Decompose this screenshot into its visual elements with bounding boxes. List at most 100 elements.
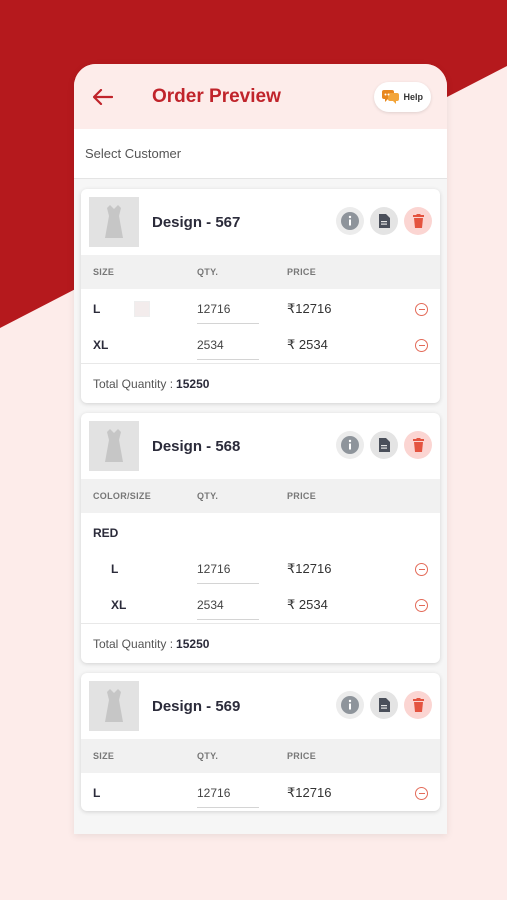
remove-row-icon[interactable] xyxy=(415,302,428,316)
design-card: Design - 569 SIZE QTY. PRICE L 12716 ₹12… xyxy=(81,673,440,811)
column-price: PRICE xyxy=(287,751,317,761)
table-row: L 12716 ₹12716 xyxy=(81,291,440,327)
column-qty: QTY. xyxy=(197,491,219,501)
page-title: Order Preview xyxy=(152,85,281,107)
dress-icon xyxy=(105,689,123,722)
remove-row-icon[interactable] xyxy=(415,562,428,576)
total-value: 15250 xyxy=(176,376,210,391)
info-icon xyxy=(341,212,359,230)
design-card-header: Design - 568 xyxy=(81,413,440,479)
qty-input[interactable]: 12716 xyxy=(197,291,287,327)
info-button[interactable] xyxy=(336,207,364,235)
design-card-header: Design - 567 xyxy=(81,189,440,255)
qty-value: 2534 xyxy=(197,598,224,612)
price-cell: ₹12716 xyxy=(287,785,332,800)
size-cell: XL xyxy=(81,338,197,352)
back-button[interactable] xyxy=(90,84,116,110)
price-cell: ₹12716 xyxy=(287,561,332,576)
document-button[interactable] xyxy=(370,431,398,459)
design-title: Design - 569 xyxy=(152,697,241,715)
table-row: XL 2534 ₹ 2534 xyxy=(81,587,440,623)
design-card: Design - 567 SIZE QTY. PRICE L 12716 ₹12… xyxy=(81,189,440,403)
qty-value: 12716 xyxy=(197,786,231,800)
document-icon xyxy=(379,438,390,452)
design-card: Design - 568 COLOR/SIZE QTY. PRICE RED L… xyxy=(81,413,440,663)
trash-icon xyxy=(412,214,424,228)
table-header: SIZE QTY. PRICE xyxy=(81,739,440,773)
qty-input[interactable]: 2534 xyxy=(197,327,287,363)
arrow-left-icon xyxy=(93,88,113,105)
document-button[interactable] xyxy=(370,691,398,719)
qty-value: 12716 xyxy=(197,302,231,316)
size-label: L xyxy=(93,302,101,316)
card-actions xyxy=(336,431,432,459)
column-qty: QTY. xyxy=(197,751,219,761)
total-quantity: Total Quantity : 15250 xyxy=(81,623,440,663)
qty-input[interactable]: 2534 xyxy=(197,587,287,623)
design-title: Design - 568 xyxy=(152,437,241,455)
trash-icon xyxy=(412,698,424,712)
price-cell: ₹ 2534 xyxy=(287,597,328,612)
total-label: Total Quantity : xyxy=(93,636,174,651)
qty-input[interactable]: 12716 xyxy=(197,775,287,811)
total-value: 15250 xyxy=(176,636,210,651)
total-label: Total Quantity : xyxy=(93,376,174,391)
size-cell: L xyxy=(81,301,197,317)
qty-value: 2534 xyxy=(197,338,224,352)
order-list: Design - 567 SIZE QTY. PRICE L 12716 ₹12… xyxy=(74,179,447,834)
column-size: SIZE xyxy=(93,267,115,277)
chat-bubbles-icon xyxy=(382,90,400,104)
column-size: SIZE xyxy=(93,751,115,761)
design-thumbnail xyxy=(89,197,139,247)
dress-icon xyxy=(105,429,123,462)
qty-value: 12716 xyxy=(197,562,231,576)
size-cell: L xyxy=(81,562,197,576)
design-thumbnail xyxy=(89,421,139,471)
table-row: L 12716 ₹12716 xyxy=(81,775,440,811)
size-cell: XL xyxy=(81,598,197,612)
delete-button[interactable] xyxy=(404,691,432,719)
dress-icon xyxy=(105,205,123,238)
info-icon xyxy=(341,436,359,454)
table-header: SIZE QTY. PRICE xyxy=(81,255,440,289)
design-card-header: Design - 569 xyxy=(81,673,440,739)
remove-row-icon[interactable] xyxy=(415,338,428,352)
size-label: XL xyxy=(111,598,127,612)
size-label: L xyxy=(111,562,119,576)
info-button[interactable] xyxy=(336,431,364,459)
column-price: PRICE xyxy=(287,267,317,277)
document-icon xyxy=(379,698,390,712)
document-icon xyxy=(379,214,390,228)
column-qty: QTY. xyxy=(197,267,219,277)
remove-row-icon[interactable] xyxy=(415,786,428,800)
size-label: XL xyxy=(93,338,109,352)
table-header: COLOR/SIZE QTY. PRICE xyxy=(81,479,440,513)
color-swatch xyxy=(134,301,151,317)
design-thumbnail xyxy=(89,681,139,731)
table-row: L 12716 ₹12716 xyxy=(81,551,440,587)
size-cell: L xyxy=(81,786,197,800)
help-label: Help xyxy=(403,92,423,102)
card-actions xyxy=(336,207,432,235)
select-customer-field[interactable]: Select Customer xyxy=(74,129,447,179)
color-group-label: RED xyxy=(93,526,119,540)
price-cell: ₹ 2534 xyxy=(287,337,328,352)
app-bar: Order Preview Help xyxy=(74,64,447,129)
table-row: XL 2534 ₹ 2534 xyxy=(81,327,440,363)
design-title: Design - 567 xyxy=(152,213,241,231)
trash-icon xyxy=(412,438,424,452)
price-cell: ₹12716 xyxy=(287,301,332,316)
remove-row-icon[interactable] xyxy=(415,598,428,612)
qty-input[interactable]: 12716 xyxy=(197,551,287,587)
card-actions xyxy=(336,691,432,719)
app-screen: Order Preview Help Select Customer Desig… xyxy=(74,64,447,834)
delete-button[interactable] xyxy=(404,207,432,235)
delete-button[interactable] xyxy=(404,431,432,459)
size-label: L xyxy=(93,786,101,800)
total-quantity: Total Quantity : 15250 xyxy=(81,363,440,403)
column-price: PRICE xyxy=(287,491,317,501)
info-icon xyxy=(341,696,359,714)
document-button[interactable] xyxy=(370,207,398,235)
info-button[interactable] xyxy=(336,691,364,719)
help-button[interactable]: Help xyxy=(374,82,431,112)
